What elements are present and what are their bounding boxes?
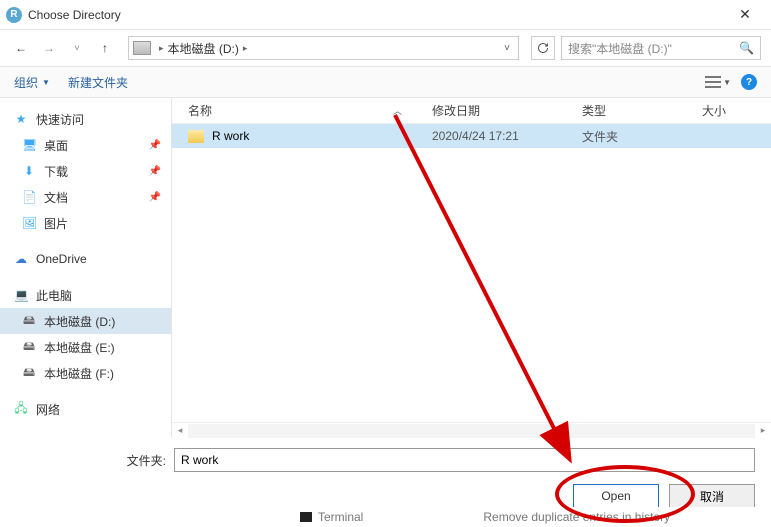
sidebar-network[interactable]: 🖧网络: [0, 396, 171, 422]
chevron-right-icon: ▸: [243, 43, 248, 54]
file-type: 文件夹: [582, 128, 702, 145]
column-header[interactable]: 名称︿ 修改日期 类型 大小: [172, 98, 771, 124]
file-list[interactable]: R work 2020/4/24 17:21 文件夹: [172, 124, 771, 422]
sidebar-disk-e[interactable]: 🖴本地磁盘 (E:): [0, 334, 171, 360]
help-icon[interactable]: ?: [741, 74, 757, 90]
sidebar-desktop[interactable]: 🖥桌面📌: [0, 132, 171, 158]
newfolder-button[interactable]: 新建文件夹: [68, 74, 128, 91]
sidebar: ★快速访问 🖥桌面📌 ⬇下载📌 📄文档📌 🖼图片 ☁OneDrive 💻此电脑 …: [0, 98, 172, 438]
search-icon: 🔍: [739, 41, 754, 55]
sort-indicator-icon: ︿: [393, 104, 402, 117]
chevron-right-icon: ▸: [159, 43, 164, 54]
drive-icon: [133, 41, 151, 55]
horizontal-scrollbar[interactable]: ◂ ▸: [172, 422, 771, 438]
address-dropdown-icon[interactable]: ˅: [500, 43, 514, 54]
list-item[interactable]: R work 2020/4/24 17:21 文件夹: [172, 124, 771, 148]
open-button[interactable]: Open: [573, 484, 659, 508]
filename-label: 文件夹:: [16, 452, 166, 469]
close-icon[interactable]: ✕: [725, 6, 765, 23]
window-title: Choose Directory: [28, 8, 725, 22]
address-bar[interactable]: ▸ 本地磁盘 (D:) ▸ ˅: [128, 36, 519, 60]
filename-input[interactable]: [174, 448, 755, 472]
up-button[interactable]: ↑: [94, 37, 116, 59]
file-date: 2020/4/24 17:21: [432, 129, 582, 143]
folder-icon: [188, 130, 204, 143]
sidebar-downloads[interactable]: ⬇下载📌: [0, 158, 171, 184]
forward-button: →: [38, 37, 60, 59]
terminal-icon: [300, 512, 312, 522]
sidebar-disk-d[interactable]: 🖴本地磁盘 (D:): [0, 308, 171, 334]
pin-icon: 📌: [149, 166, 161, 177]
scroll-right-icon[interactable]: ▸: [755, 425, 771, 436]
sidebar-thispc[interactable]: 💻此电脑: [0, 282, 171, 308]
sidebar-documents[interactable]: 📄文档📌: [0, 184, 171, 210]
sidebar-onedrive[interactable]: ☁OneDrive: [0, 246, 171, 272]
organize-button[interactable]: 组织 ▼: [14, 74, 50, 91]
breadcrumb-location[interactable]: 本地磁盘 (D:): [168, 40, 239, 57]
cancel-button[interactable]: 取消: [669, 484, 755, 508]
back-button[interactable]: ←: [10, 37, 32, 59]
sidebar-disk-f[interactable]: 🖴本地磁盘 (F:): [0, 360, 171, 386]
pin-icon: 📌: [149, 192, 161, 203]
recent-dropdown[interactable]: ˅: [66, 37, 88, 59]
pin-icon: 📌: [149, 140, 161, 151]
search-input[interactable]: 搜索"本地磁盘 (D:)" 🔍: [561, 36, 761, 60]
search-placeholder: 搜索"本地磁盘 (D:)": [568, 40, 672, 57]
scroll-left-icon[interactable]: ◂: [172, 425, 188, 436]
app-icon: R: [6, 7, 22, 23]
background-window-strip: Terminal Remove duplicate entries in his…: [0, 507, 771, 527]
view-options-button[interactable]: ▼: [705, 76, 731, 88]
sidebar-quickaccess[interactable]: ★快速访问: [0, 106, 171, 132]
sidebar-pictures[interactable]: 🖼图片: [0, 210, 171, 236]
file-name: R work: [212, 129, 249, 143]
refresh-button[interactable]: [531, 36, 555, 60]
